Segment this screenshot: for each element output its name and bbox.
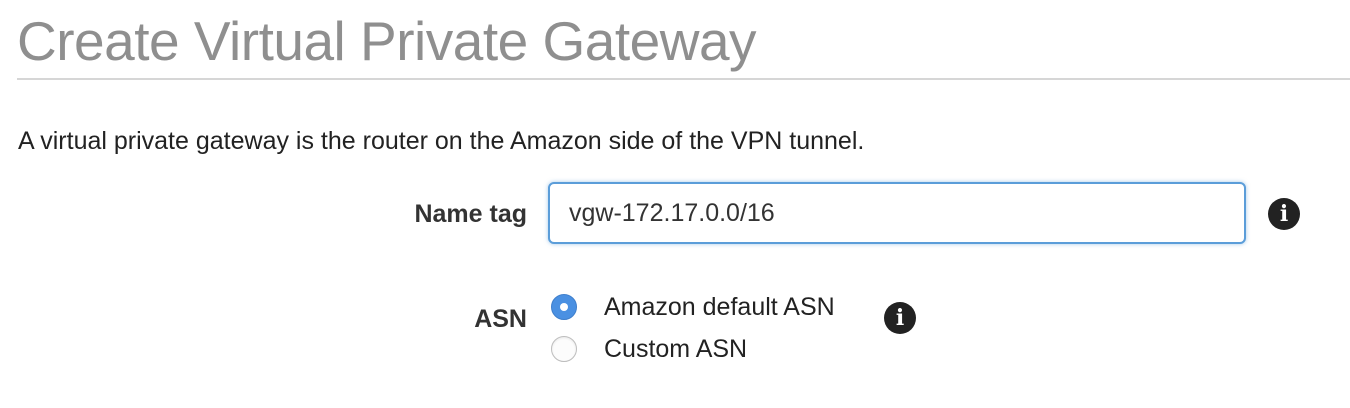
page-title: Create Virtual Private Gateway bbox=[17, 10, 757, 72]
asn-info-icon[interactable]: i bbox=[884, 302, 916, 334]
amazon-default-asn-label[interactable]: Amazon default ASN bbox=[604, 293, 835, 322]
custom-asn-label[interactable]: Custom ASN bbox=[604, 335, 747, 364]
asn-label: ASN bbox=[474, 305, 527, 333]
custom-asn-radio[interactable] bbox=[551, 336, 577, 362]
name-tag-info-icon[interactable]: i bbox=[1268, 198, 1300, 230]
name-tag-label: Name tag bbox=[414, 200, 527, 228]
asn-option-amazon-default[interactable]: Amazon default ASN bbox=[551, 291, 835, 323]
title-divider bbox=[17, 78, 1350, 80]
create-vpg-page: Create Virtual Private Gateway A virtual… bbox=[0, 0, 1350, 408]
name-tag-input[interactable] bbox=[548, 182, 1246, 244]
amazon-default-asn-radio[interactable] bbox=[551, 294, 577, 320]
asn-option-custom[interactable]: Custom ASN bbox=[551, 333, 747, 365]
page-description: A virtual private gateway is the router … bbox=[18, 127, 865, 155]
